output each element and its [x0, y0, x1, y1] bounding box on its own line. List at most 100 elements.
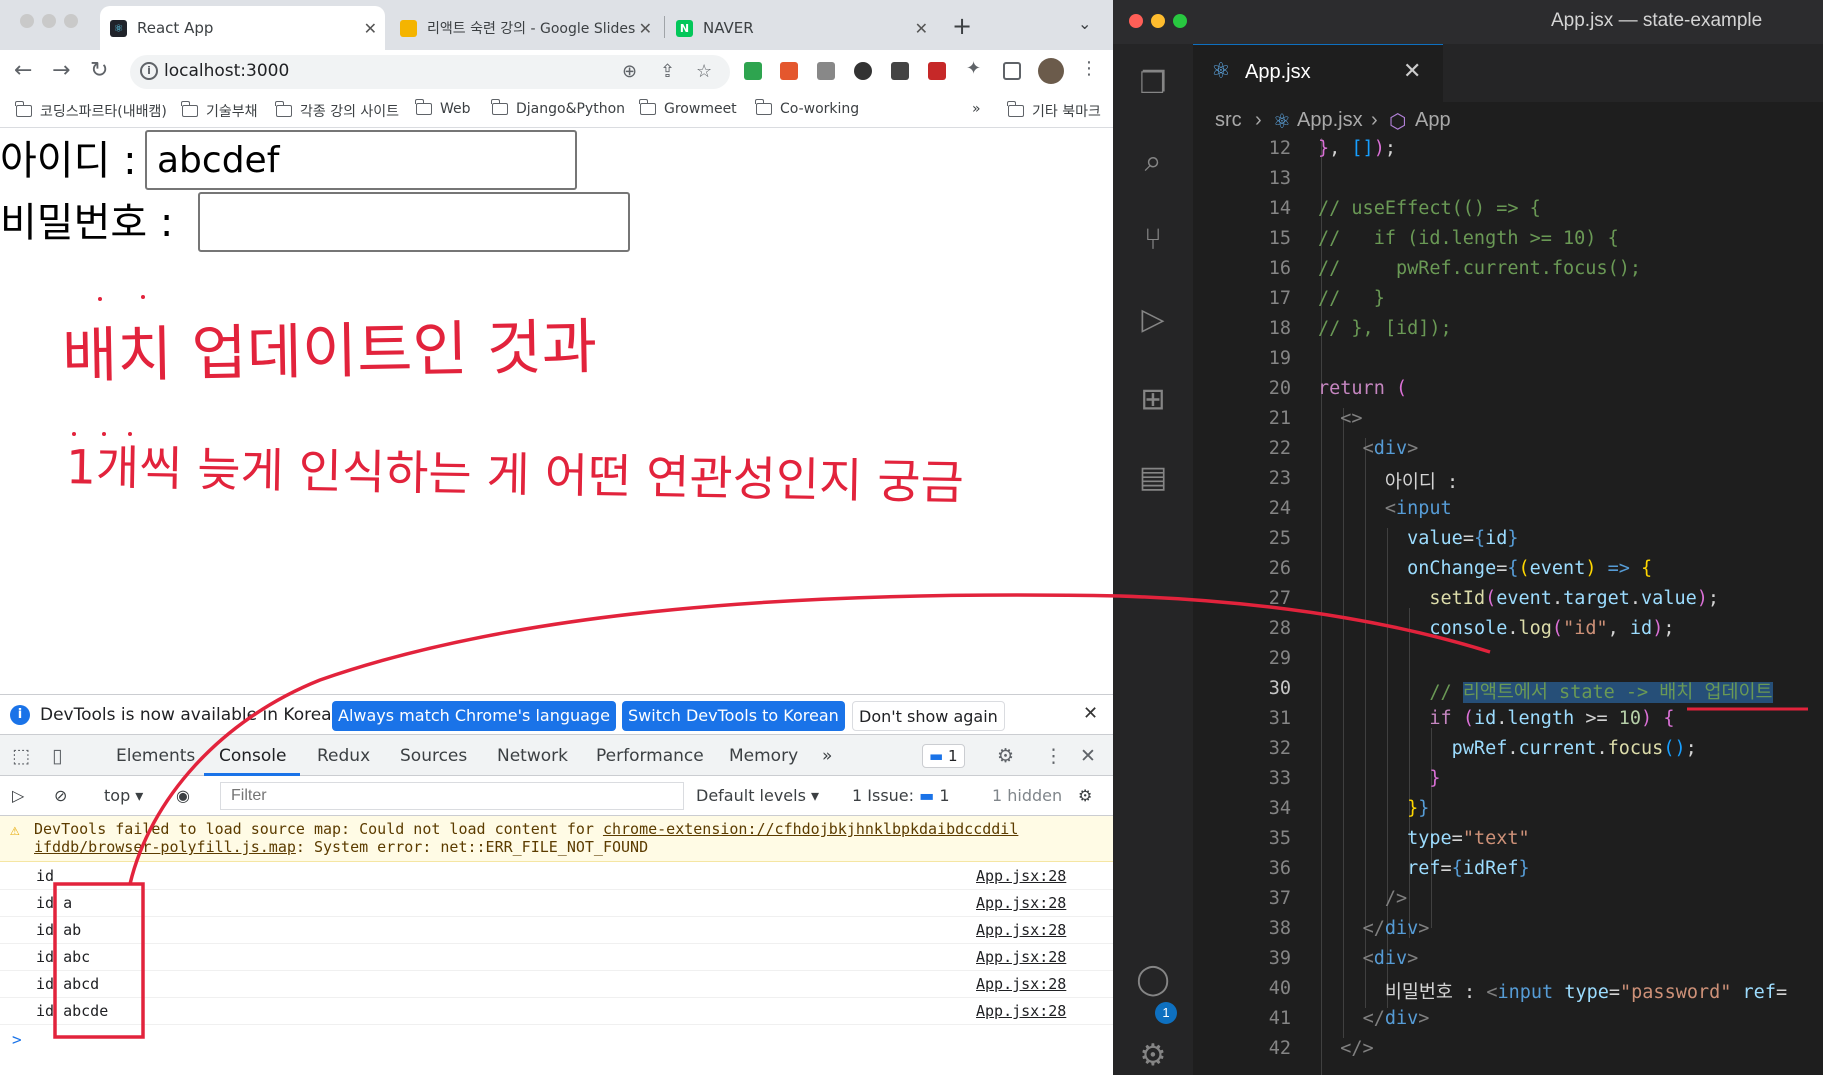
log-source-link[interactable]: App.jsx:28 [976, 948, 1066, 966]
tab-sources[interactable]: Sources [400, 746, 467, 766]
gear-icon[interactable]: ⚙ [1131, 1034, 1175, 1075]
code-editor[interactable]: 12 }, []); 13 14 // useEffect(() => { 15… [1193, 138, 1823, 1075]
close-window-button[interactable] [1129, 14, 1143, 28]
device-toolbar-icon[interactable]: ▯ [52, 745, 62, 767]
log-source-link[interactable]: App.jsx:28 [976, 1002, 1066, 1020]
warning-link[interactable]: chrome-extension://cfhdojbkjhnklbpkdaibd… [603, 820, 1018, 838]
clear-console-icon[interactable]: ⊘ [54, 786, 67, 805]
password-input[interactable] [198, 192, 630, 252]
source-control-icon[interactable]: ⑂ [1131, 218, 1175, 262]
close-window-button[interactable] [20, 14, 34, 28]
handwritten-note-line2: 1개씩 늦게 인식하는 게 어떤 연관성인지 궁금 [65, 440, 965, 511]
gear-icon[interactable]: ⚙ [1078, 786, 1092, 805]
sidebar-toggle-icon[interactable]: ▷ [12, 786, 24, 805]
bookmark-folder[interactable]: Co-working [755, 99, 859, 117]
filter-input[interactable] [221, 783, 683, 809]
zoom-icon[interactable]: ⊕ [622, 61, 637, 82]
tab-memory[interactable]: Memory [729, 746, 798, 766]
maximize-window-button[interactable] [64, 14, 78, 28]
code-line: } [1429, 768, 1441, 789]
levels-select[interactable]: Default levels ▾ [696, 786, 819, 805]
star-icon[interactable]: ☆ [696, 61, 712, 82]
back-icon[interactable]: ← [14, 58, 32, 83]
messages-badge[interactable]: ▬ 1 [922, 744, 965, 768]
search-icon[interactable]: ⌕ [1131, 140, 1175, 184]
account-icon[interactable]: ◯ [1131, 958, 1175, 1002]
breadcrumb-item[interactable]: src [1215, 109, 1242, 132]
tab-google-slides[interactable]: 리액트 숙련 강의 - Google Slides ✕ [390, 6, 660, 50]
extension-icon[interactable] [928, 62, 946, 80]
address-bar[interactable]: i localhost:3000 ⊕ ⇪ ☆ [130, 55, 730, 89]
tab-naver[interactable]: N NAVER ✕ [666, 6, 936, 50]
close-icon[interactable]: ✕ [1080, 745, 1096, 767]
extension-icon[interactable] [854, 62, 872, 80]
log-source-link[interactable]: App.jsx:28 [976, 867, 1066, 885]
tab-elements[interactable]: Elements [116, 746, 195, 766]
code-line: <div> [1362, 438, 1419, 459]
warning-message: ⚠ DevTools failed to load source map: Co… [0, 816, 1113, 862]
bookmark-folder[interactable]: 각종 강의 사이트 [275, 101, 399, 121]
info-icon[interactable]: i [140, 62, 158, 80]
match-language-button[interactable]: Always match Chrome's language [332, 701, 616, 731]
code-line: 아이디 : [1384, 472, 1459, 493]
close-icon[interactable]: ✕ [364, 19, 377, 38]
more-icon[interactable]: ⋮ [1080, 58, 1098, 79]
maximize-window-button[interactable] [1173, 14, 1187, 28]
console-log-row: id a App.jsx:28 [0, 890, 1113, 917]
puzzle-icon[interactable]: ✦ [966, 58, 981, 79]
chevron-down-icon[interactable]: ⌄ [1078, 14, 1091, 33]
log-source-link[interactable]: App.jsx:28 [976, 975, 1066, 993]
inspect-icon[interactable]: ⬚ [12, 745, 30, 767]
extension-icon[interactable] [744, 62, 762, 80]
tab-performance[interactable]: Performance [596, 746, 704, 766]
more-tabs-icon[interactable]: » [822, 746, 832, 766]
editor-tabs: ⚛ App.jsx ✕ [1193, 44, 1823, 102]
bookmark-folder[interactable]: Growmeet [639, 99, 737, 117]
more-icon[interactable]: ⋮ [1044, 745, 1063, 767]
sidepanel-icon[interactable] [1003, 62, 1021, 80]
filter-field[interactable] [220, 782, 684, 810]
bookmark-folder[interactable]: Django&Python [491, 99, 625, 117]
forward-icon[interactable]: → [52, 58, 70, 83]
tab-app-jsx[interactable]: ⚛ App.jsx ✕ [1193, 44, 1443, 102]
warning-link[interactable]: ifddb/browser-polyfill.js.map [34, 838, 296, 856]
context-select[interactable]: top ▾ [104, 786, 143, 805]
other-bookmarks[interactable]: 기타 북마크 [1007, 101, 1101, 121]
share-icon[interactable]: ⇪ [660, 61, 675, 82]
bookmark-folder[interactable]: 코딩스파르타(내배캠) [15, 101, 167, 121]
close-icon[interactable]: ✕ [1083, 703, 1098, 724]
bookmark-folder[interactable]: 기술부채 [181, 101, 258, 121]
breadcrumb-item[interactable]: App [1415, 109, 1451, 132]
reload-icon[interactable]: ↻ [90, 58, 108, 83]
tab-console[interactable]: Console [219, 746, 287, 766]
breadcrumb-item[interactable]: App.jsx [1297, 109, 1363, 132]
remote-explorer-icon[interactable]: ▤ [1131, 456, 1175, 500]
minimize-window-button[interactable] [1151, 14, 1165, 28]
close-icon[interactable]: ✕ [915, 19, 928, 38]
close-icon[interactable]: ✕ [639, 19, 652, 38]
issues-button[interactable]: 1 Issue: ▬ 1 [852, 786, 950, 805]
log-source-link[interactable]: App.jsx:28 [976, 921, 1066, 939]
tab-redux[interactable]: Redux [317, 746, 370, 766]
extension-icon[interactable] [780, 62, 798, 80]
extension-icon[interactable] [817, 62, 835, 80]
explorer-icon[interactable]: ❐ [1131, 62, 1175, 106]
bookmarks-more[interactable]: » [972, 101, 981, 117]
console-prompt[interactable]: > [12, 1030, 22, 1049]
extensions-icon[interactable]: ⊞ [1131, 378, 1175, 422]
switch-to-korean-button[interactable]: Switch DevTools to Korean [622, 701, 845, 731]
avatar[interactable] [1038, 58, 1064, 84]
run-debug-icon[interactable]: ▷ [1131, 298, 1175, 342]
log-source-link[interactable]: App.jsx:28 [976, 894, 1066, 912]
new-tab-button[interactable]: + [952, 12, 972, 40]
trash-icon[interactable] [891, 62, 909, 80]
id-input[interactable] [145, 130, 577, 190]
tab-react-app[interactable]: ⚛ React App ✕ [100, 6, 385, 50]
bookmark-folder[interactable]: Web [415, 99, 471, 117]
gear-icon[interactable]: ⚙ [997, 745, 1014, 767]
close-icon[interactable]: ✕ [1403, 59, 1421, 84]
dont-show-again-button[interactable]: Don't show again [852, 701, 1005, 731]
tab-network[interactable]: Network [497, 746, 568, 766]
eye-icon[interactable]: ◉ [176, 786, 190, 805]
minimize-window-button[interactable] [42, 14, 56, 28]
